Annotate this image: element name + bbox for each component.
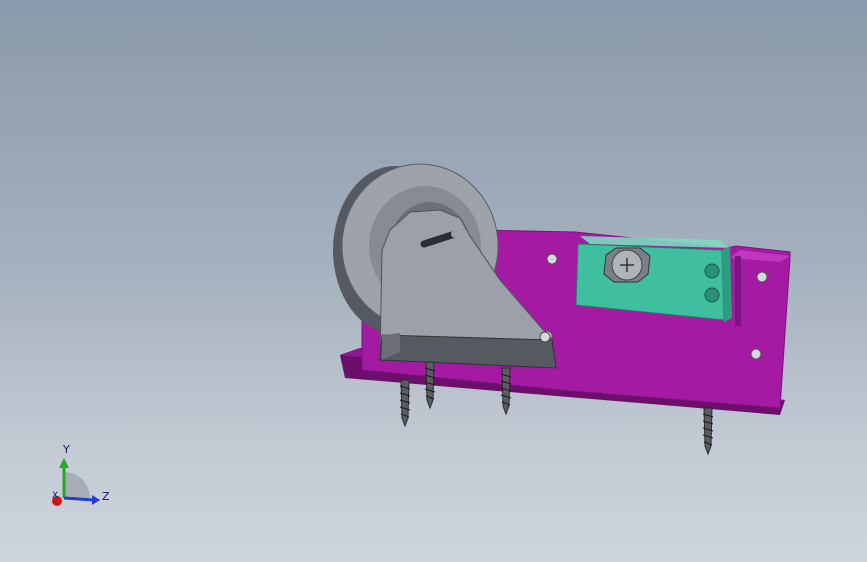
triad-plane — [64, 472, 90, 498]
reference-triad: Y Z X — [40, 440, 120, 520]
wood-screw — [500, 367, 512, 416]
z-axis-arrowhead — [92, 495, 100, 505]
x-axis-label: X — [52, 491, 59, 501]
hex-bolt — [603, 247, 651, 283]
z-axis-arrow — [63, 496, 95, 502]
cad-model[interactable] — [0, 0, 867, 562]
y-axis-arrowhead — [59, 458, 69, 468]
wood-screw — [702, 407, 714, 456]
plate-notch-wall — [735, 256, 741, 326]
z-axis-label: Z — [102, 490, 110, 503]
graphics-viewport[interactable]: Y Z X — [0, 0, 867, 562]
wood-screw — [424, 361, 436, 410]
triad-graphic — [52, 458, 100, 506]
y-axis-label: Y — [63, 443, 70, 456]
wood-screw — [399, 379, 411, 428]
